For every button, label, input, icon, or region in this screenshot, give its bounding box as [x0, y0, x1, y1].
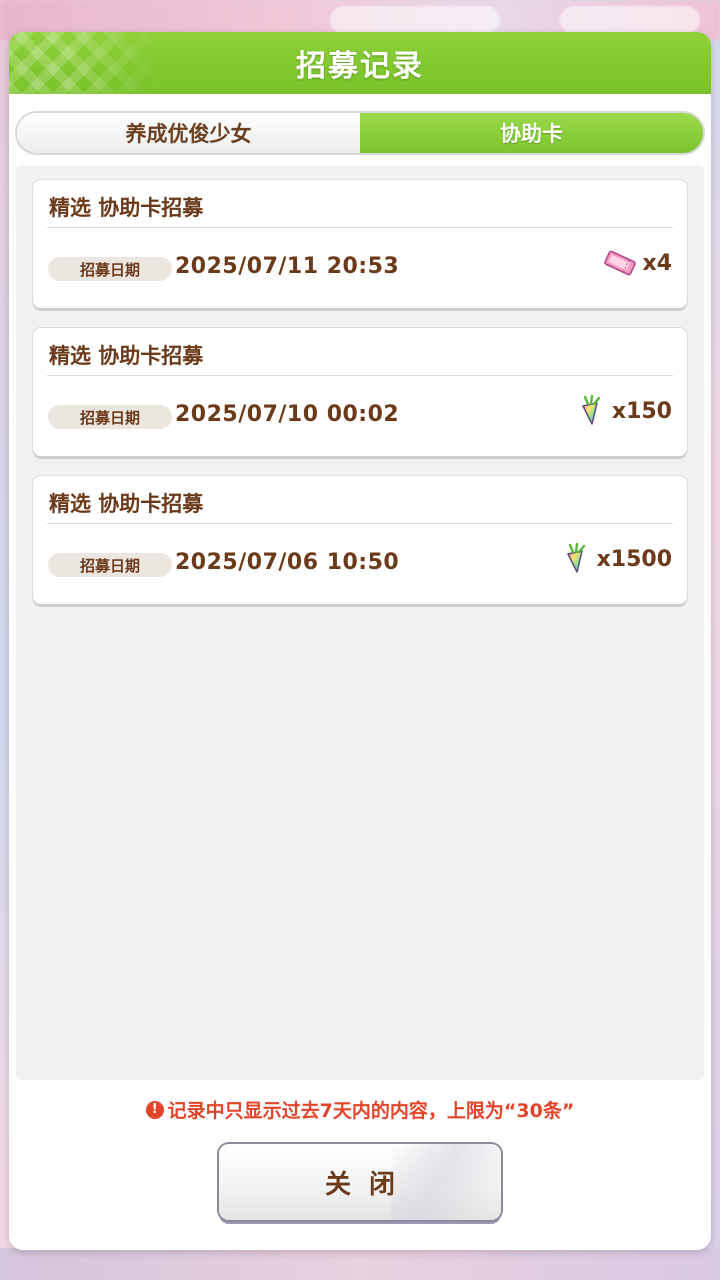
record-divider: [47, 375, 673, 376]
record-item: 精选 协助卡招募 招募日期 2025/07/11 20:53 x4: [33, 180, 687, 308]
date-badge: 招募日期: [48, 405, 172, 429]
record-divider: [47, 227, 673, 228]
record-date: 2025/07/06 10:50: [175, 550, 400, 575]
header-pattern: [9, 32, 159, 94]
tab-support-card[interactable]: 协助卡: [360, 113, 703, 153]
background-bottom: [0, 1248, 720, 1280]
record-date: 2025/07/11 20:53: [175, 254, 400, 279]
reward: x150: [572, 394, 672, 428]
record-list[interactable]: 精选 协助卡招募 招募日期 2025/07/11 20:53 x4 精选 协助卡…: [16, 166, 704, 1080]
reward-count: x1500: [596, 546, 672, 572]
record-date: 2025/07/10 00:02: [175, 402, 400, 427]
carrot-gem-icon: [566, 542, 585, 573]
date-badge: 招募日期: [48, 257, 172, 281]
record-divider: [47, 523, 673, 524]
close-button-label: 关闭: [324, 1169, 413, 1200]
record-item: 精选 协助卡招募 招募日期 2025/07/10 00:02 x150: [33, 328, 687, 456]
date-badge: 招募日期: [48, 553, 172, 577]
record-title: 精选 协助卡招募: [49, 344, 204, 368]
record-title: 精选 协助卡招募: [49, 196, 204, 220]
notice-text: 记录中只显示过去7天内的内容，上限为“30条”: [167, 1100, 575, 1122]
dialog-title: 招募记录: [296, 49, 424, 84]
reward: x4: [603, 246, 673, 280]
tab-bar: 养成优俊少女 协助卡: [17, 113, 703, 153]
carrot-gem-icon: [582, 394, 601, 425]
reward: x1500: [557, 542, 672, 576]
recruit-history-dialog: 招募记录 养成优俊少女 协助卡 精选 协助卡招募 招募日期 2025/07/11…: [9, 32, 711, 1250]
record-title: 精选 协助卡招募: [49, 492, 204, 516]
record-item: 精选 协助卡招募 招募日期 2025/07/06 10:50 x1500: [33, 476, 687, 604]
ticket-icon: [603, 250, 636, 276]
warning-icon: !: [145, 1100, 164, 1119]
notice-text-row: ! 记录中只显示过去7天内的内容，上限为“30条”: [9, 1096, 711, 1123]
dialog-header: 招募记录: [9, 32, 711, 94]
reward-count: x150: [611, 398, 672, 424]
tab-trainee[interactable]: 养成优俊少女: [17, 113, 360, 153]
reward-count: x4: [642, 250, 673, 276]
close-button[interactable]: 关闭: [219, 1144, 501, 1220]
